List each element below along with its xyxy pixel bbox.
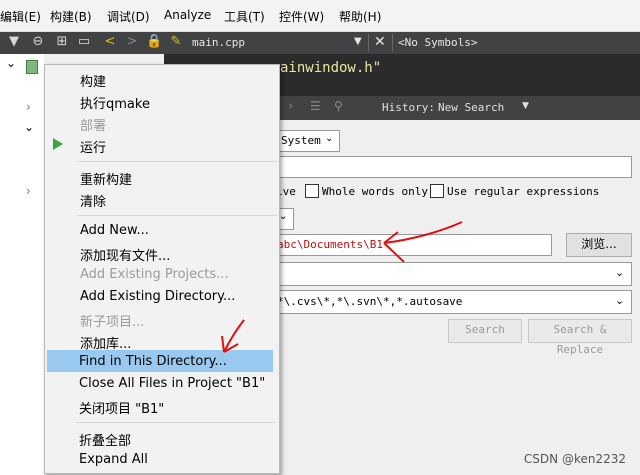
back-arrow-icon[interactable]: < bbox=[102, 34, 118, 50]
browse-button[interactable]: 浏览... bbox=[566, 233, 632, 257]
menu-widgets[interactable]: 控件(W) bbox=[279, 8, 324, 25]
list-icon[interactable]: ☰ bbox=[310, 99, 321, 113]
project-icon bbox=[26, 60, 38, 74]
menu-separator-3 bbox=[76, 422, 276, 423]
directory-input[interactable]: abc\Documents\B1 bbox=[274, 234, 552, 256]
search-button[interactable]: Search bbox=[448, 319, 522, 343]
directory-value: abc\Documents\B1 bbox=[277, 238, 383, 251]
file-pattern-dropdown[interactable]: ⌄ bbox=[274, 262, 632, 286]
regex-label: Use regular expressions bbox=[447, 185, 600, 198]
menu-edit[interactable]: 编辑(E) bbox=[0, 8, 41, 25]
menu-help[interactable]: 帮助(H) bbox=[339, 8, 381, 25]
scope-value: System bbox=[281, 134, 321, 147]
chevron-down-icon-4: ⌄ bbox=[279, 211, 288, 222]
exclusion-pattern-dropdown[interactable]: *\.cvs\*,*\.svn\*,*.autosave ⌄ bbox=[274, 290, 632, 314]
menu-item-expand-all[interactable]: Expand All bbox=[79, 452, 148, 467]
lock-icon: 🔒 bbox=[146, 34, 163, 49]
search-term-input[interactable] bbox=[274, 156, 632, 178]
menu-debug[interactable]: 调试(D) bbox=[107, 8, 150, 25]
menu-analyze[interactable]: Analyze bbox=[164, 8, 211, 22]
menu-item-close-project[interactable]: 关闭项目 "B1" bbox=[79, 398, 164, 417]
chevron-right-icon[interactable]: › bbox=[26, 100, 31, 114]
whole-words-label: Whole words only bbox=[322, 185, 428, 198]
menu-item-collapse-all[interactable]: 折叠全部 bbox=[79, 430, 131, 449]
chevron-down-icon-3: ⌄ bbox=[325, 133, 334, 144]
close-icon[interactable]: ✕ bbox=[374, 34, 386, 50]
editor-line-text: ainwindow.h" bbox=[280, 60, 382, 76]
menu-bar: 编辑(E) 构建(B) 调试(D) Analyze 工具(T) 控件(W) 帮助… bbox=[0, 0, 640, 32]
chevron-down-icon-6: ⌄ bbox=[615, 294, 625, 307]
image-icon[interactable]: ▭ bbox=[76, 34, 92, 50]
project-tree-panel: ⌄ B1 › ⌄ › bbox=[0, 54, 64, 475]
toolbar-divider bbox=[368, 34, 369, 52]
chevron-down-icon-2[interactable]: ⌄ bbox=[24, 120, 34, 134]
editor-toolbar: ▼ ⊖ ⊞ ▭ < > 🔒 ✎ main.cpp ▼ ✕ <No Symbols… bbox=[0, 32, 640, 54]
toolbar-divider-2 bbox=[392, 34, 393, 52]
chevron-down-icon[interactable]: ⌄ bbox=[6, 56, 16, 70]
whole-words-checkbox[interactable] bbox=[305, 184, 319, 198]
regex-checkbox[interactable] bbox=[430, 184, 444, 198]
menu-item-find-in-directory[interactable]: Find in This Directory... bbox=[79, 354, 227, 369]
context-menu-lower: Find in This Directory... Close All File… bbox=[44, 64, 280, 474]
symbols-dropdown[interactable]: <No Symbols> bbox=[398, 36, 477, 49]
file-icon: ✎ bbox=[170, 34, 182, 49]
menu-item-close-all-files[interactable]: Close All Files in Project "B1" bbox=[79, 376, 265, 391]
chevron-right-icon-3[interactable]: › bbox=[288, 99, 293, 114]
link-icon[interactable]: ⊖ bbox=[30, 34, 46, 50]
menu-tools[interactable]: 工具(T) bbox=[224, 8, 265, 25]
pin-icon[interactable]: ⚲ bbox=[334, 99, 343, 113]
exclusion-pattern-value: *\.cvs\*,*\.svn\*,*.autosave bbox=[277, 295, 463, 308]
split-icon[interactable]: ⊞ bbox=[54, 34, 70, 50]
history-dropdown[interactable]: New Search bbox=[438, 101, 504, 114]
menu-build[interactable]: 构建(B) bbox=[50, 8, 92, 25]
file-name-label[interactable]: main.cpp bbox=[192, 36, 245, 49]
chevron-right-icon-2[interactable]: › bbox=[26, 184, 31, 198]
chevron-down-icon-5: ⌄ bbox=[615, 266, 625, 279]
forward-arrow-icon[interactable]: > bbox=[124, 34, 140, 50]
scope-dropdown[interactable]: System ⌄ bbox=[276, 130, 340, 152]
history-dropdown-icon[interactable]: ▼ bbox=[522, 101, 529, 111]
search-replace-button[interactable]: Search & Replace bbox=[528, 319, 632, 356]
history-label: History: bbox=[382, 101, 435, 114]
filter-icon[interactable]: ▼ bbox=[6, 34, 22, 50]
file-dropdown-icon[interactable]: ▼ bbox=[354, 36, 362, 47]
watermark-text: CSDN @ken2232 bbox=[523, 452, 626, 466]
